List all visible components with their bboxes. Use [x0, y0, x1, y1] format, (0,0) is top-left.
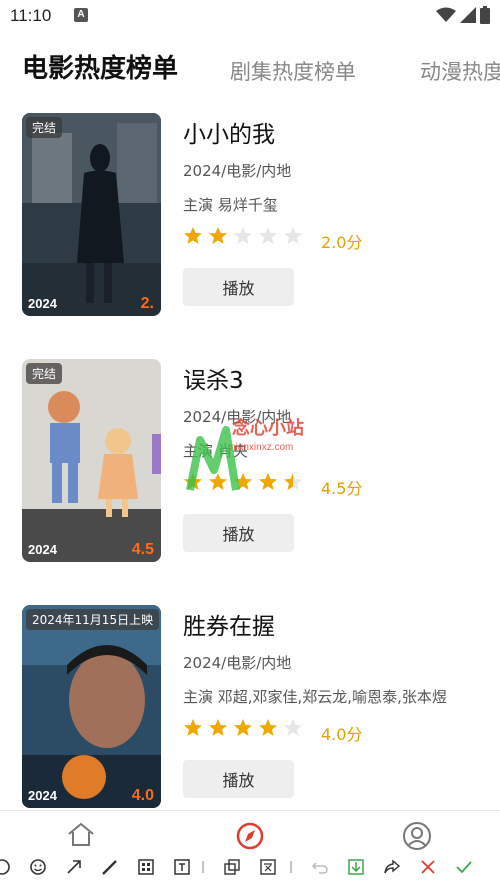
- notification-a-icon: A: [74, 8, 88, 22]
- status-bar: 11:10 A: [0, 0, 500, 34]
- star-icon: [284, 719, 302, 736]
- star-icon: [184, 719, 202, 736]
- movie-title[interactable]: 误杀3: [183, 361, 244, 395]
- star-icon: [234, 719, 252, 736]
- play-button[interactable]: 播放: [183, 760, 294, 798]
- movie-meta: 2024/电影/内地: [183, 162, 292, 180]
- status-time: 11:10: [10, 6, 52, 25]
- confirm-check-icon[interactable]: [454, 857, 474, 877]
- watermark-logo: 念心小站 nianxinxz.com: [186, 417, 304, 491]
- toolbar-divider: [290, 861, 292, 873]
- mosaic-tool-icon[interactable]: [136, 857, 156, 877]
- star-icon: [234, 227, 252, 244]
- poster-score: 2.: [140, 295, 154, 312]
- movie-title[interactable]: 小小的我: [183, 115, 275, 149]
- movie-card[interactable]: 2024年11月15日上映 2024 4.0 胜券在握 2024/电影/内地 主…: [0, 605, 500, 815]
- signal-icon: [460, 7, 476, 23]
- play-button[interactable]: 播放: [183, 268, 294, 306]
- poster-year: 2024: [28, 296, 57, 311]
- wifi-icon: [436, 7, 456, 22]
- movie-meta: 2024/电影/内地: [183, 654, 292, 672]
- pen-tool-icon[interactable]: [100, 857, 120, 877]
- tab-movie-ranking[interactable]: 电影热度榜单: [22, 50, 178, 88]
- rating-value: 4.0分: [321, 725, 363, 744]
- watermark-url: nianxinxz.com: [230, 442, 293, 453]
- poster-year: 2024: [28, 788, 57, 803]
- status-badge: 完结: [26, 117, 63, 138]
- movie-poster[interactable]: 完结 2024 4.5: [22, 359, 161, 562]
- circle-tool-icon[interactable]: [0, 857, 12, 877]
- status-badge: 完结: [26, 363, 63, 384]
- star-rating: [183, 226, 303, 246]
- star-icon: [184, 227, 202, 244]
- home-icon[interactable]: [66, 821, 96, 847]
- cancel-icon[interactable]: [418, 857, 438, 877]
- undo-icon[interactable]: [310, 857, 330, 877]
- movie-poster[interactable]: 完结 2024 2.: [22, 113, 161, 316]
- movie-title[interactable]: 胜券在握: [183, 607, 275, 641]
- poster-year: 2024: [28, 542, 57, 557]
- star-icon: [209, 719, 227, 736]
- battery-icon: [480, 6, 490, 24]
- poster-score: 4.5: [131, 541, 154, 558]
- star-icon: [259, 227, 277, 244]
- annotation-toolbar: [0, 848, 500, 886]
- movie-cast: 主演 邓超,邓家佳,郑云龙,喻恩泰,张本煜: [183, 688, 447, 706]
- star-icon: [284, 227, 302, 244]
- category-tabs: 电影热度榜单 剧集热度榜单 动漫热度: [0, 50, 500, 90]
- text-tool-icon[interactable]: [172, 857, 192, 877]
- copy-tool-icon[interactable]: [222, 857, 242, 877]
- star-rating: [183, 718, 303, 738]
- rating-value: 2.0分: [321, 233, 363, 252]
- profile-icon[interactable]: [402, 821, 432, 851]
- status-icons: [436, 6, 490, 24]
- star-icon: [259, 719, 277, 736]
- translate-tool-icon[interactable]: [258, 857, 278, 877]
- watermark-title: 念心小站: [232, 417, 304, 439]
- discover-compass-icon[interactable]: [235, 821, 265, 851]
- arrow-tool-icon[interactable]: [64, 857, 84, 877]
- status-badge: 2024年11月15日上映: [26, 609, 160, 630]
- toolbar-divider: [202, 861, 204, 873]
- star-icon: [209, 227, 227, 244]
- movie-card[interactable]: 完结 2024 2. 小小的我 2024/电影/内地 主演 易烊千玺 2.0分 …: [0, 113, 500, 323]
- save-download-icon[interactable]: [346, 857, 366, 877]
- play-button[interactable]: 播放: [183, 514, 294, 552]
- share-icon[interactable]: [382, 857, 402, 877]
- poster-score: 4.0: [131, 787, 154, 804]
- tab-series-ranking[interactable]: 剧集热度榜单: [230, 53, 356, 90]
- movie-cast: 主演 易烊千玺: [183, 196, 278, 214]
- movie-poster[interactable]: 2024年11月15日上映 2024 4.0: [22, 605, 161, 808]
- emoji-tool-icon[interactable]: [28, 857, 48, 877]
- tab-anime-ranking[interactable]: 动漫热度: [420, 53, 500, 90]
